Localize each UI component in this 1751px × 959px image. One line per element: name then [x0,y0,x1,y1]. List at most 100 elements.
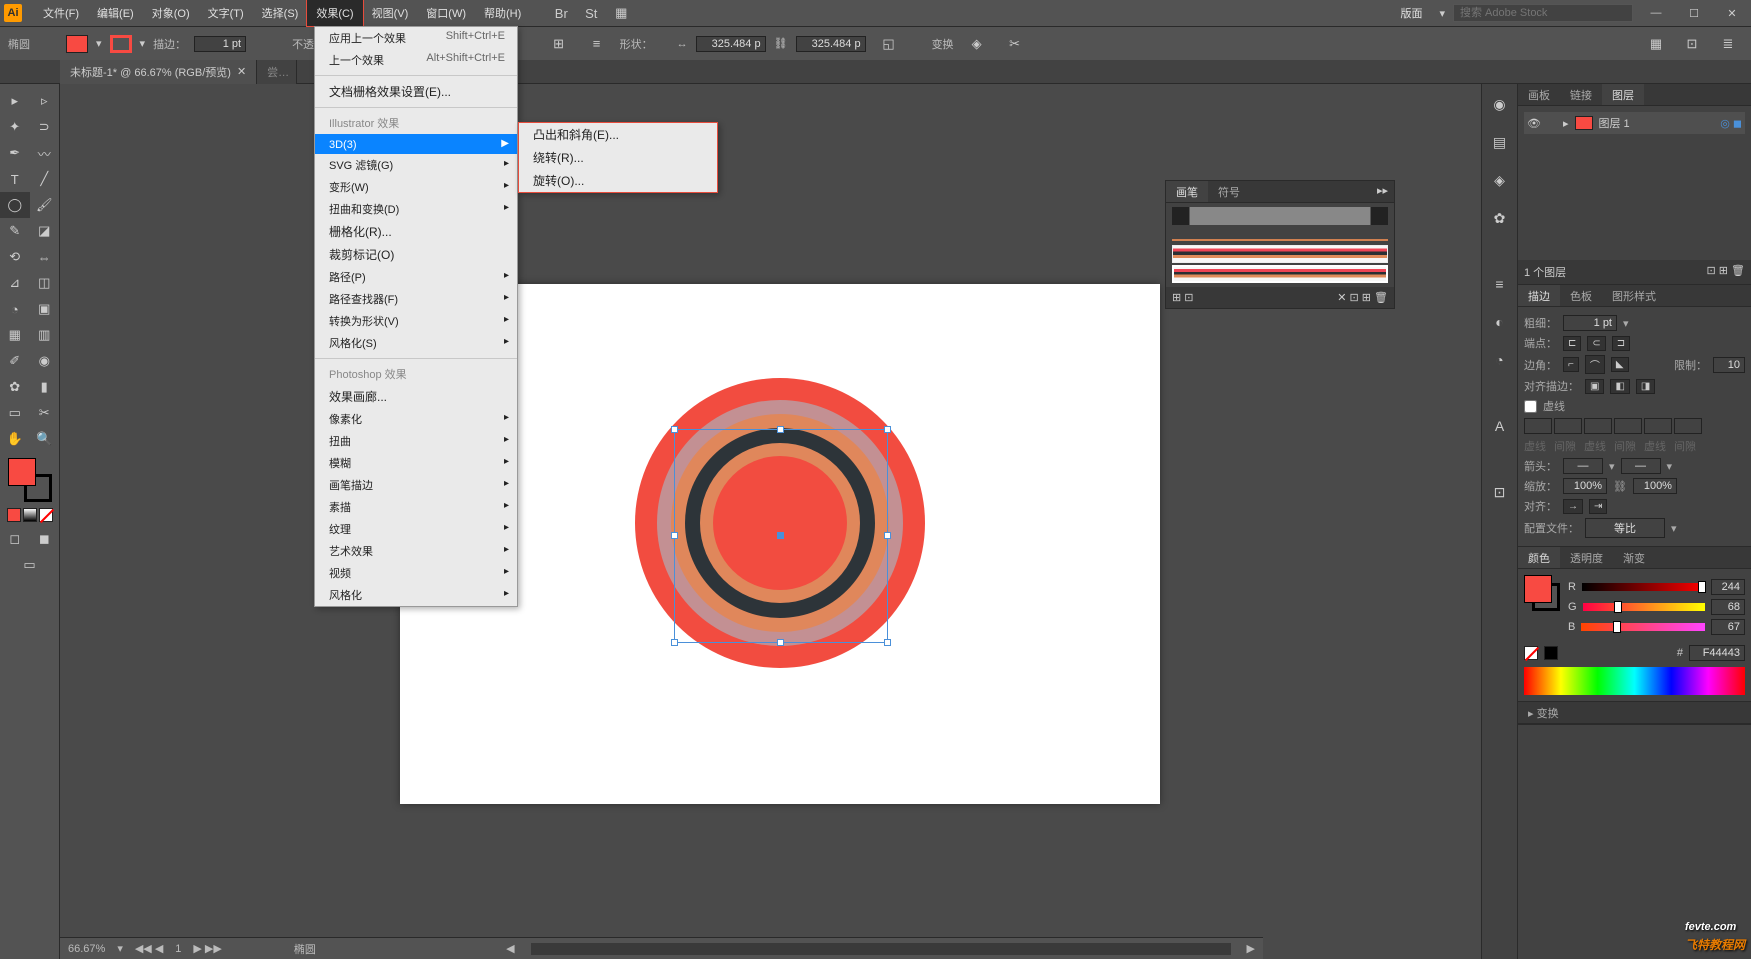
menu-view[interactable]: 视图(V) [363,0,418,26]
horizontal-scrollbar[interactable] [531,943,1231,955]
scroll-right-icon[interactable]: ▶ [1247,942,1255,955]
mi-stylize-ai[interactable]: 风格化(S)▸ [315,332,517,354]
g-slider[interactable] [1583,603,1705,611]
stroke-icon[interactable]: ≡ [1488,272,1512,296]
cap-butt[interactable]: ⊏ [1563,336,1581,351]
gradient-tool[interactable]: ▥ [30,322,60,348]
black-swatch[interactable] [1544,646,1558,660]
mi-rasterize[interactable]: 栅格化(R)... [315,220,517,243]
brush-lib-icon[interactable]: ⊞ ⊡ [1172,291,1194,304]
align-inside[interactable]: ◧ [1610,379,1629,394]
brushes-panel[interactable]: 画笔 符号 ▸▸ ⊞ ⊡ ✕ ⊡ ⊞ 🗑 [1165,180,1395,309]
g-field[interactable] [1711,599,1745,615]
none-swatch[interactable] [1524,646,1538,660]
dash-field-2[interactable] [1584,418,1612,434]
zoom-level[interactable]: 66.67% [68,943,105,955]
lasso-tool[interactable]: ⊃ [30,114,60,140]
screen-mode-icon[interactable]: ▭ [0,552,59,578]
width-tool[interactable]: ⊿ [0,270,30,296]
brushes-icon[interactable]: ✿ [1488,206,1512,230]
color-mode-icon[interactable] [7,508,21,522]
mi-revolve[interactable]: 绕转(R)... [519,146,717,169]
mi-effect-gallery[interactable]: 效果画廊... [315,385,517,408]
pen-tool[interactable]: ✒ [0,140,30,166]
panel-collapse-icon[interactable]: ▸▸ [1371,181,1394,202]
align-outside[interactable]: ◨ [1636,379,1655,394]
join-bevel[interactable]: ◣ [1611,357,1629,372]
tab-color[interactable]: 颜色 [1518,547,1560,568]
gap-field-2[interactable] [1614,418,1642,434]
mi-doc-raster[interactable]: 文档栅格效果设置(E)... [315,80,517,103]
profile-dropdown-icon[interactable]: ▾ [1671,522,1677,535]
r-slider[interactable] [1582,583,1705,591]
align-arrow-1[interactable]: → [1563,499,1583,514]
align2-icon[interactable]: ≡ [582,31,612,57]
visibility-icon[interactable]: 👁 [1527,117,1541,130]
blend-tool[interactable]: ◉ [30,348,60,374]
mi-convert-shape[interactable]: 转换为形状(V)▸ [315,310,517,332]
weight-field[interactable] [1563,315,1617,331]
align-icon[interactable]: ⊞ [544,31,574,57]
arrow-scale-end[interactable] [1633,478,1677,494]
panel-menu-icon[interactable]: ≣ [1713,31,1743,57]
arrow-end[interactable]: — [1621,458,1661,474]
tab-swatches[interactable]: 色板 [1560,285,1602,306]
scroll-left-icon[interactable]: ◀ [506,942,514,955]
arrow-dropdown-icon[interactable]: ▾ [1609,460,1615,473]
stroke-weight-field[interactable] [194,36,246,52]
dash-checkbox[interactable] [1524,400,1537,413]
tab-transform[interactable]: ▸ 变换 [1518,702,1569,723]
tab-gradient[interactable]: 渐变 [1613,547,1655,568]
tab-links[interactable]: 链接 [1560,84,1602,105]
artboard-number[interactable]: 1 [175,943,181,955]
artboard-nav-next-icon[interactable]: ▶ ▶▶ [193,942,221,955]
mi-warp[interactable]: 变形(W)▸ [315,176,517,198]
free-transform-tool[interactable]: ◫ [30,270,60,296]
color-spectrum[interactable] [1524,667,1745,695]
symbol-sprayer-tool[interactable]: ✿ [0,374,30,400]
menu-file[interactable]: 文件(F) [34,0,88,26]
expand-panel-icon[interactable]: ▸ [1528,708,1537,720]
color-guide-icon[interactable]: ◉ [1488,92,1512,116]
brush-actions[interactable]: ✕ ⊡ ⊞ 🗑 [1337,291,1388,304]
zoom-dropdown-icon[interactable]: ▾ [117,942,123,955]
mi-svg-filters[interactable]: SVG 滤镜(G)▸ [315,154,517,176]
cap-round[interactable]: ⊂ [1587,336,1605,351]
fill-dropdown-icon[interactable]: ▾ [96,37,102,50]
target-icon[interactable]: ◎ ◼ [1720,117,1742,130]
mi-stylize-ps[interactable]: 风格化▸ [315,584,517,606]
color-fillstroke[interactable] [1524,575,1560,611]
grid-toggle-icon[interactable]: ▦ [1641,31,1671,57]
ellipse-tool[interactable]: ◯ [0,192,30,218]
brush-sample-selected[interactable] [1172,265,1388,283]
layer-row[interactable]: 👁 ▸ 图层 1 ◎ ◼ [1524,112,1745,134]
selection-tool[interactable]: ▸ [0,88,30,114]
mi-path[interactable]: 路径(P)▸ [315,266,517,288]
join-round[interactable]: ⌒ [1585,355,1605,374]
tab-artboards[interactable]: 画板 [1518,84,1560,105]
mi-blur[interactable]: 模糊▸ [315,452,517,474]
close-button[interactable]: ✕ [1717,2,1747,24]
arrange-icon[interactable]: ▦ [606,0,636,26]
menu-select[interactable]: 选择(S) [253,0,308,26]
dash-field-3[interactable] [1644,418,1672,434]
stock-search-input[interactable] [1453,4,1633,22]
dash-field[interactable] [1524,418,1552,434]
brush-sample-1[interactable] [1172,207,1388,225]
selection-box[interactable] [674,429,888,643]
weight-dropdown-icon[interactable]: ▾ [1623,317,1629,330]
mi-distort-ps[interactable]: 扭曲▸ [315,430,517,452]
type-tool[interactable]: T [0,166,30,192]
mi-video[interactable]: 视频▸ [315,562,517,584]
mi-brush-strokes[interactable]: 画笔描边▸ [315,474,517,496]
bridge-icon[interactable]: Br [546,0,576,26]
perspective-tool[interactable]: ▣ [30,296,60,322]
curvature-tool[interactable]: 〰 [30,140,60,166]
gradient-mode-icon[interactable] [23,508,37,522]
mi-3d[interactable]: 3D(3)▶ [315,134,517,154]
maximize-button[interactable]: ☐ [1679,2,1709,24]
layer-actions[interactable]: ⊡ ⊞ 🗑 [1706,264,1745,280]
document-tab[interactable]: 未标题-1* @ 66.67% (RGB/预览) ✕ [60,60,257,84]
line-tool[interactable]: ╱ [30,166,60,192]
shaper-tool[interactable]: ✎ [0,218,30,244]
